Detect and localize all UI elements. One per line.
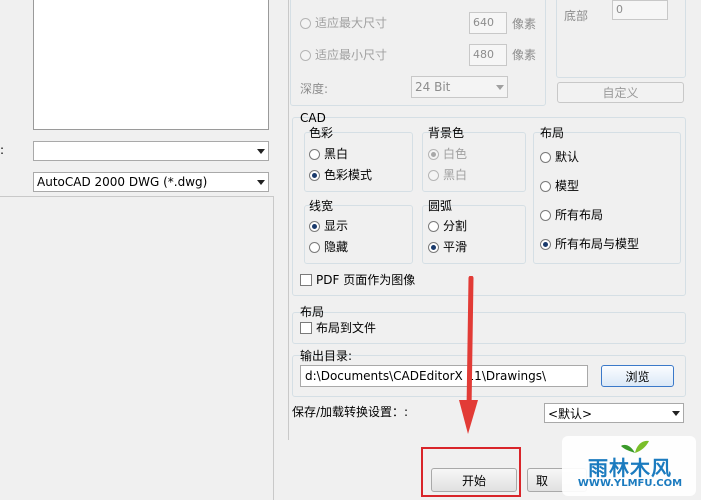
output-dir-label: 输出目录: bbox=[300, 349, 353, 363]
fit-max-option[interactable]: 适应最大尺寸 bbox=[300, 16, 387, 30]
radio-selected-icon bbox=[428, 241, 439, 253]
lineweight-group bbox=[304, 205, 413, 264]
annotation-arrow bbox=[459, 276, 478, 434]
output-format-value: AutoCAD 2000 DWG (*.dwg) bbox=[37, 175, 208, 189]
annotation-arrow-shaft bbox=[466, 276, 474, 413]
bg-white-option[interactable]: 白色 bbox=[428, 147, 467, 161]
annotation-arrow-head bbox=[459, 400, 478, 434]
checkbox-icon bbox=[300, 274, 312, 286]
format-category-combo[interactable] bbox=[33, 141, 269, 161]
arc-group bbox=[422, 205, 526, 264]
color-group bbox=[304, 132, 413, 192]
bottom-margin-input[interactable]: 0 bbox=[612, 0, 668, 20]
layout-section-title: 布局 bbox=[300, 305, 325, 319]
bg-black-option[interactable]: 黑白 bbox=[428, 168, 467, 182]
save-settings-value: <默认> bbox=[548, 406, 593, 421]
output-dir-input[interactable]: d:\Documents\CADEditorX 11\Drawings\ bbox=[300, 365, 588, 387]
lineweight-show-option[interactable]: 显示 bbox=[309, 219, 348, 233]
radio-icon bbox=[540, 151, 551, 163]
layout-model-option[interactable]: 模型 bbox=[540, 179, 579, 193]
radio-selected-icon bbox=[540, 238, 551, 250]
chevron-down-icon bbox=[669, 410, 683, 416]
pane-splitter bbox=[288, 0, 289, 440]
radio-icon bbox=[300, 17, 311, 29]
radio-icon bbox=[428, 220, 439, 232]
cad-title: CAD bbox=[300, 111, 326, 125]
watermark-brand: 雨林木风 bbox=[588, 456, 672, 480]
chevron-down-icon bbox=[254, 148, 268, 154]
arc-smooth-option[interactable]: 平滑 bbox=[428, 240, 467, 254]
chevron-down-icon bbox=[493, 84, 507, 90]
height-input[interactable]: 480 bbox=[469, 44, 507, 66]
bottom-margin-label: 底部 bbox=[564, 9, 589, 23]
watermark: 雨林木风 WWW.YLMFU.COM bbox=[562, 436, 696, 496]
save-settings-combo[interactable]: <默认> bbox=[544, 403, 684, 423]
left-pane-border bbox=[273, 196, 274, 500]
preview-list[interactable] bbox=[33, 0, 269, 130]
layout-all-option[interactable]: 所有布局 bbox=[540, 208, 603, 222]
radio-selected-icon bbox=[309, 220, 320, 232]
cad-layout-group-title: 布局 bbox=[540, 126, 565, 140]
color-group-title: 色彩 bbox=[309, 126, 334, 140]
background-group-title: 背景色 bbox=[428, 126, 465, 140]
watermark-url: WWW.YLMFU.COM bbox=[577, 478, 683, 489]
width-unit: 像素 bbox=[512, 17, 537, 31]
background-group bbox=[422, 132, 526, 192]
radio-icon bbox=[309, 148, 320, 160]
chevron-down-icon bbox=[254, 179, 268, 185]
radio-selected-icon bbox=[309, 169, 320, 181]
radio-icon bbox=[428, 169, 439, 181]
browse-button[interactable]: 浏览 bbox=[601, 365, 674, 387]
color-mode-option[interactable]: 色彩模式 bbox=[309, 168, 372, 182]
radio-icon bbox=[540, 180, 551, 192]
custom-button[interactable]: 自定义 bbox=[557, 82, 684, 103]
color-bw-option[interactable]: 黑白 bbox=[309, 147, 348, 161]
layout-all-model-option[interactable]: 所有布局与模型 bbox=[540, 237, 639, 251]
radio-selected-icon bbox=[428, 148, 439, 160]
lineweight-hide-option[interactable]: 隐藏 bbox=[309, 240, 348, 254]
depth-label: 深度: bbox=[300, 82, 329, 96]
radio-icon bbox=[309, 241, 320, 253]
cancel-button-label: 取 bbox=[536, 473, 549, 488]
depth-value: 24 Bit bbox=[415, 80, 451, 94]
colon-label: : bbox=[0, 143, 5, 157]
checkbox-icon bbox=[300, 322, 312, 334]
arc-split-option[interactable]: 分割 bbox=[428, 219, 467, 233]
layout-to-file-checkbox[interactable]: 布局到文件 bbox=[300, 321, 376, 335]
width-input[interactable]: 640 bbox=[469, 12, 507, 34]
depth-combo[interactable]: 24 Bit bbox=[411, 76, 508, 98]
left-divider bbox=[0, 196, 274, 197]
start-highlight-box bbox=[421, 447, 521, 497]
lineweight-group-title: 线宽 bbox=[309, 199, 334, 213]
layout-default-option[interactable]: 默认 bbox=[540, 150, 579, 164]
radio-icon bbox=[300, 49, 311, 61]
pdf-as-image-checkbox[interactable]: PDF 页面作为图像 bbox=[300, 273, 415, 287]
save-settings-label: 保存/加载转换设置：: bbox=[292, 405, 409, 419]
height-unit: 像素 bbox=[512, 48, 537, 62]
radio-icon bbox=[540, 209, 551, 221]
left-pane: : AutoCAD 2000 DWG (*.dwg) bbox=[0, 0, 290, 500]
fit-min-option[interactable]: 适应最小尺寸 bbox=[300, 48, 387, 62]
arc-group-title: 圆弧 bbox=[428, 199, 453, 213]
output-format-combo[interactable]: AutoCAD 2000 DWG (*.dwg) bbox=[33, 172, 269, 192]
